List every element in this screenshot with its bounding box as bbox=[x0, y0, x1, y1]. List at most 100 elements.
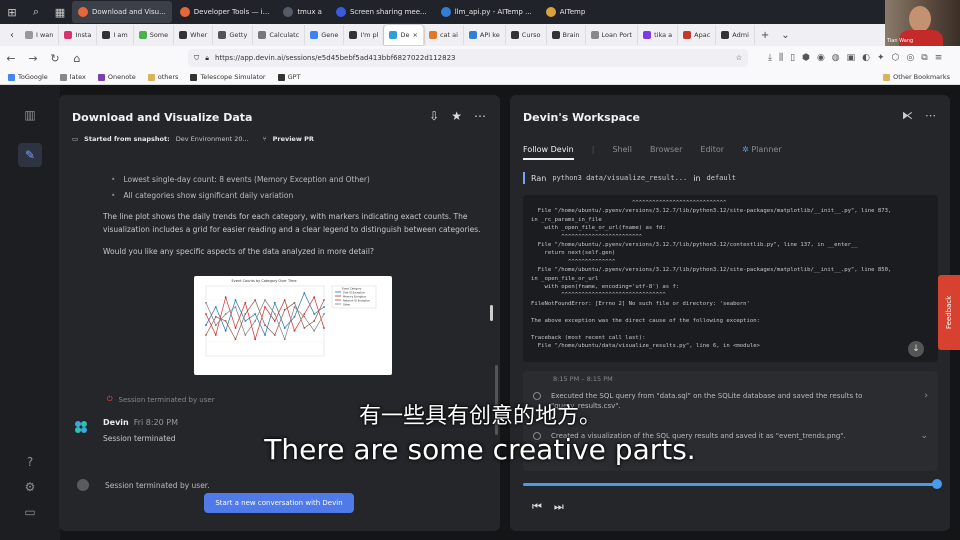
edit-icon[interactable]: ✎ bbox=[18, 143, 42, 167]
skip-forward-icon[interactable]: ⏭ bbox=[554, 500, 564, 514]
more-icon[interactable]: ⋯ bbox=[474, 109, 486, 123]
slider-knob[interactable] bbox=[932, 479, 942, 489]
browser-tab[interactable]: tika a bbox=[638, 25, 679, 45]
thumb-series-point bbox=[244, 320, 247, 322]
browser-tab[interactable]: I wan bbox=[20, 25, 60, 45]
reload-icon[interactable]: ↻ bbox=[44, 52, 66, 65]
bookmark-item[interactable]: Onenote bbox=[97, 73, 136, 81]
os-window-button[interactable]: Download and Visu... bbox=[72, 1, 172, 23]
extension-icon[interactable]: ▣ bbox=[847, 53, 856, 63]
home-icon[interactable]: ⌂ bbox=[66, 52, 88, 65]
browser-tab[interactable]: Admi bbox=[716, 25, 755, 45]
tab-browser[interactable]: Browser bbox=[650, 145, 682, 160]
browser-tab[interactable]: API ke bbox=[464, 25, 506, 45]
tab-shell[interactable]: Shell bbox=[612, 145, 632, 160]
back-icon[interactable]: ← bbox=[0, 52, 22, 65]
list-item: Lowest single-day count: 8 events (Memor… bbox=[123, 172, 369, 188]
extension-icon[interactable]: ◎ bbox=[906, 53, 914, 63]
browser-tab[interactable]: Brain bbox=[547, 25, 586, 45]
vscode-icon[interactable]: ⧔ bbox=[902, 109, 913, 122]
thumb-series-point bbox=[244, 334, 247, 336]
start-icon[interactable]: ⊞ bbox=[0, 0, 24, 24]
extension-icon[interactable]: ◍ bbox=[832, 53, 840, 63]
tab-follow-devin[interactable]: Follow Devin bbox=[523, 145, 574, 160]
thumb-series-point bbox=[264, 334, 266, 336]
favicon-icon bbox=[179, 31, 188, 39]
browser-tab[interactable]: Insta bbox=[59, 25, 98, 45]
feedback-tab[interactable]: Feedback bbox=[938, 275, 960, 350]
favicon-icon bbox=[683, 31, 692, 39]
building-icon[interactable]: ▥ bbox=[18, 103, 42, 127]
download-icon[interactable]: ⇩ bbox=[429, 109, 439, 123]
close-tab-icon[interactable]: × bbox=[412, 31, 417, 39]
os-window-button[interactable]: tmux a bbox=[277, 1, 328, 23]
avatar bbox=[77, 479, 89, 491]
sidebar-icon[interactable]: ▯ bbox=[790, 53, 795, 63]
browser-tab[interactable]: I'm pl bbox=[344, 25, 385, 45]
browser-tab[interactable]: Getty bbox=[213, 25, 254, 45]
other-bookmarks[interactable]: Other Bookmarks bbox=[883, 73, 950, 81]
browser-tab[interactable]: Some bbox=[134, 25, 175, 45]
extension-icon[interactable]: ⬡ bbox=[892, 53, 900, 63]
scroll-down-icon[interactable]: ↓ bbox=[908, 341, 924, 357]
thumb-series-point bbox=[224, 320, 227, 322]
bookmark-item[interactable]: latex bbox=[59, 73, 86, 81]
left-rail: ▥ ✎ ? ⚙ ▭ bbox=[0, 85, 60, 540]
book-icon[interactable]: ▭ bbox=[18, 500, 42, 524]
new-conversation-button[interactable]: Start a new conversation with Devin bbox=[204, 493, 354, 513]
os-window-list: Download and Visu... Developer Tools — i.… bbox=[72, 1, 591, 23]
star-icon[interactable]: ★ bbox=[451, 109, 462, 123]
browser-tab[interactable]: I am bbox=[97, 25, 134, 45]
thumb-series-point bbox=[283, 327, 286, 329]
bookmark-item[interactable]: Telescope Simulator bbox=[190, 73, 266, 81]
new-tab-icon[interactable]: + bbox=[755, 30, 775, 41]
browser-tab[interactable]: De × bbox=[384, 25, 424, 45]
favicon-icon bbox=[510, 31, 519, 39]
resize-handle[interactable] bbox=[490, 305, 493, 321]
bookmark-star-icon[interactable]: ☆ bbox=[736, 54, 742, 62]
address-bar[interactable]: ⛉ 🔒︎ https://app.devin.ai/sessions/e5d45… bbox=[188, 49, 748, 67]
browser-tab[interactable]: Gene bbox=[305, 25, 345, 45]
tab-list-icon[interactable]: ⌄ bbox=[775, 30, 795, 41]
search-icon[interactable]: ⌕ bbox=[24, 0, 48, 24]
extension-icon[interactable]: ⬢ bbox=[802, 53, 810, 63]
bookmark-item[interactable]: ToGoogle bbox=[8, 73, 48, 81]
os-window-button[interactable]: Screen sharing mee... bbox=[330, 1, 433, 23]
thumb-legend-label: Memory Exception bbox=[343, 295, 367, 299]
library-icon[interactable]: ⫼ bbox=[779, 53, 783, 63]
thumb-chart-title: Event Counts by Category Over Time bbox=[231, 279, 296, 283]
preview-pr-link[interactable]: Preview PR bbox=[273, 135, 314, 143]
tab-editor[interactable]: Editor bbox=[700, 145, 724, 160]
extension-icon[interactable]: ✦ bbox=[877, 53, 885, 63]
task-view-icon[interactable]: ▦ bbox=[48, 0, 72, 24]
os-window-button[interactable]: AITemp bbox=[540, 1, 592, 23]
browser-tab[interactable]: cat ai bbox=[424, 25, 464, 45]
bookmark-item[interactable]: others bbox=[147, 73, 178, 81]
browser-tab[interactable]: Curso bbox=[506, 25, 547, 45]
extensions-puzzle-icon[interactable]: ⧉ bbox=[921, 53, 927, 63]
chart-thumbnail[interactable]: Event Counts by Category Over Time Event … bbox=[194, 276, 392, 375]
browser-tabs: I wan Insta I am Some Wher Getty Calculatc Gen… bbox=[20, 25, 755, 45]
terminal-output[interactable]: ^^^^^^^^^^^^^^^^^^^^^^^^^^^^ File "/home… bbox=[523, 195, 938, 362]
browser-tab[interactable]: Apac bbox=[678, 25, 717, 45]
extension-icon[interactable]: ◐ bbox=[862, 53, 870, 63]
os-window-button[interactable]: llm_api.py - AITemp ... bbox=[435, 1, 538, 23]
app-icon bbox=[440, 7, 451, 17]
thumb-series-point bbox=[264, 324, 266, 327]
more-icon[interactable]: ⋯ bbox=[925, 109, 936, 122]
downloads-icon[interactable]: ⤓ bbox=[768, 53, 772, 63]
menu-icon[interactable]: ≡ bbox=[935, 53, 943, 63]
gear-icon[interactable]: ⚙ bbox=[18, 475, 42, 499]
browser-tab[interactable]: Wher bbox=[174, 25, 214, 45]
browser-tab[interactable]: Calculatc bbox=[253, 25, 306, 45]
os-window-button[interactable]: Developer Tools — i... bbox=[174, 1, 276, 23]
timeline-slider[interactable] bbox=[523, 479, 942, 489]
thumb-series-point bbox=[234, 299, 237, 301]
extension-icon[interactable]: ◉ bbox=[817, 53, 825, 63]
forward-icon[interactable]: → bbox=[22, 52, 44, 65]
skip-back-icon[interactable]: ⏮ bbox=[532, 500, 542, 514]
tab-planner[interactable]: ✲ Planner bbox=[742, 145, 782, 160]
tab-scroll-left-icon[interactable]: ‹ bbox=[4, 30, 20, 41]
bookmark-item[interactable]: GPT bbox=[277, 73, 301, 81]
browser-tab[interactable]: Loan Port bbox=[586, 25, 639, 45]
